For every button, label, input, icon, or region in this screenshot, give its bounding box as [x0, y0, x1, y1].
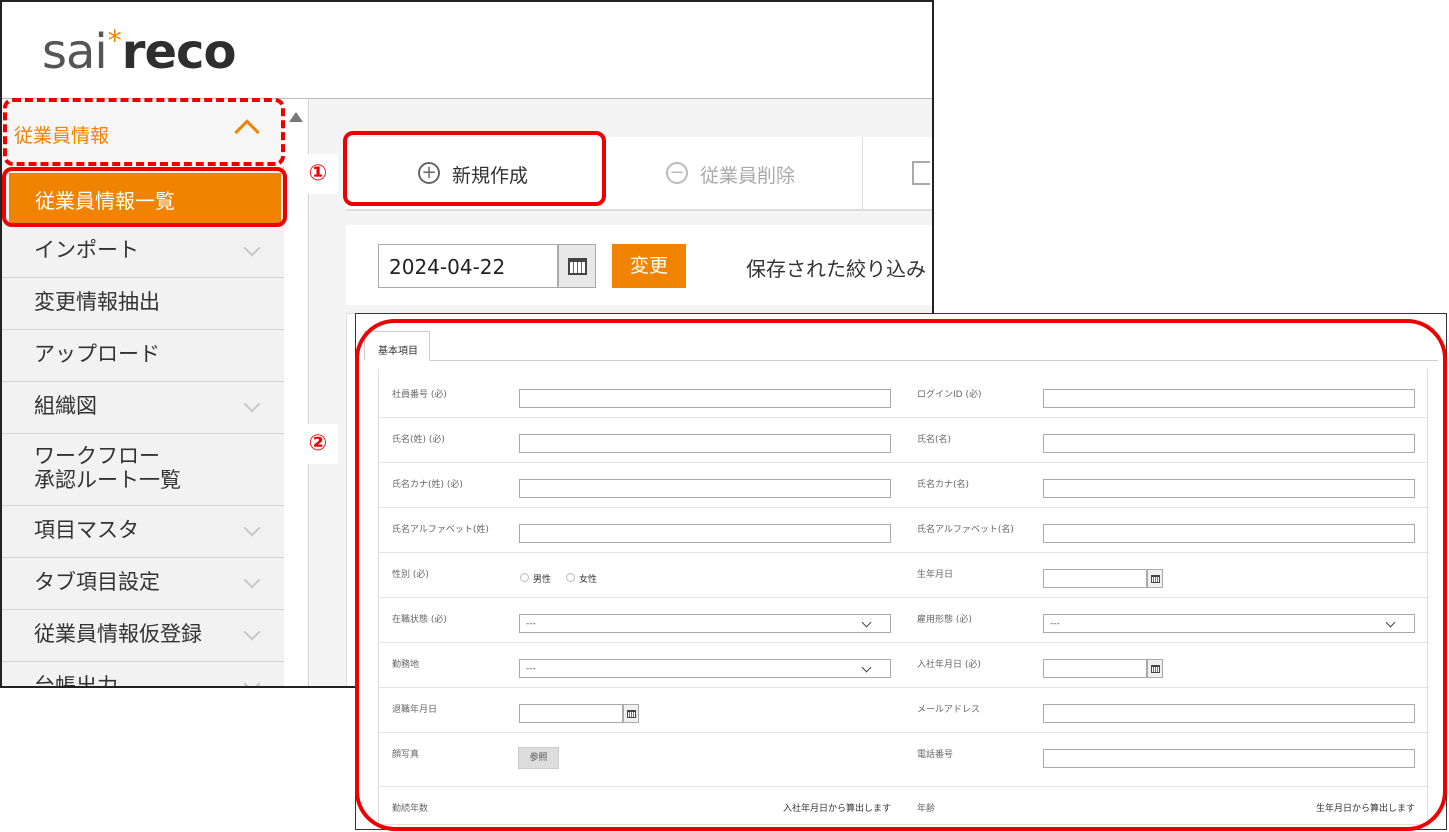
sai-reco-logo: sai*reco	[42, 24, 237, 80]
change-button[interactable]: 変更	[612, 244, 686, 288]
date-filter-bar: 2024-04-22 変更 保存された絞り込み	[346, 225, 932, 305]
sidebar-item-label: 項目マスタ	[34, 518, 139, 542]
chevron-down-icon	[243, 675, 261, 686]
sidebar-item-label: 変更情報抽出	[34, 290, 160, 314]
chevron-down-icon	[243, 239, 261, 257]
logo-star-icon: *	[107, 24, 122, 57]
callout-sidebar-section-highlight	[3, 98, 285, 166]
sidebar-item-item-master[interactable]: 項目マスタ	[2, 506, 284, 558]
sidebar-item-upload[interactable]: アップロード	[2, 330, 284, 382]
sidebar-item-label: 台帳出力	[34, 674, 118, 688]
delete-employee-button[interactable]: − 従業員削除	[646, 137, 862, 211]
callout-number-2: ②	[298, 424, 338, 464]
sidebar-item-label: ワークフロー 承認ルート一覧	[34, 444, 181, 492]
sidebar-item-label: インポート	[34, 238, 139, 262]
sidebar-item-label: タブ項目設定	[34, 570, 160, 594]
delete-employee-label: 従業員削除	[700, 165, 796, 187]
callout-form-highlight	[355, 319, 1447, 831]
sidebar-item-label: アップロード	[34, 342, 160, 366]
chevron-down-icon	[243, 623, 261, 641]
calendar-button[interactable]	[558, 244, 596, 288]
export-button[interactable]	[906, 137, 932, 211]
calendar-icon	[568, 258, 587, 275]
sidebar-item-import[interactable]: インポート	[2, 226, 284, 278]
sidebar-item-label-line1: ワークフロー	[34, 444, 160, 468]
callout-new-create-highlight	[343, 131, 606, 206]
callout-employee-list-highlight	[2, 167, 287, 227]
toolbar-divider	[862, 137, 863, 211]
sidebar-item-tab-settings[interactable]: タブ項目設定	[2, 558, 284, 610]
saved-filter-label[interactable]: 保存された絞り込み	[746, 253, 926, 282]
sidebar-item-label-line2: 承認ルート一覧	[34, 468, 181, 492]
chevron-down-icon	[243, 395, 261, 413]
sidebar-item-workflow[interactable]: ワークフロー 承認ルート一覧	[2, 434, 284, 506]
sidebar-item-ledger-output[interactable]: 台帳出力	[2, 662, 284, 688]
logo-part1: sai	[42, 24, 108, 80]
chevron-down-icon	[243, 571, 261, 589]
minus-circle-icon: −	[666, 162, 688, 184]
sidebar-item-label: 従業員情報仮登録	[34, 622, 202, 646]
sidebar-item-change-extract[interactable]: 変更情報抽出	[2, 278, 284, 330]
callout-number-1: ①	[298, 154, 338, 194]
chevron-down-icon	[243, 519, 261, 537]
sidebar-item-label: 組織図	[34, 394, 97, 418]
export-icon	[912, 161, 930, 185]
base-date-input[interactable]: 2024-04-22	[378, 244, 558, 288]
sidebar-item-temp-registration[interactable]: 従業員情報仮登録	[2, 610, 284, 662]
logo-part2: reco	[121, 24, 237, 80]
scroll-up-arrow-icon[interactable]	[289, 112, 303, 122]
sidebar-item-org-chart[interactable]: 組織図	[2, 382, 284, 434]
